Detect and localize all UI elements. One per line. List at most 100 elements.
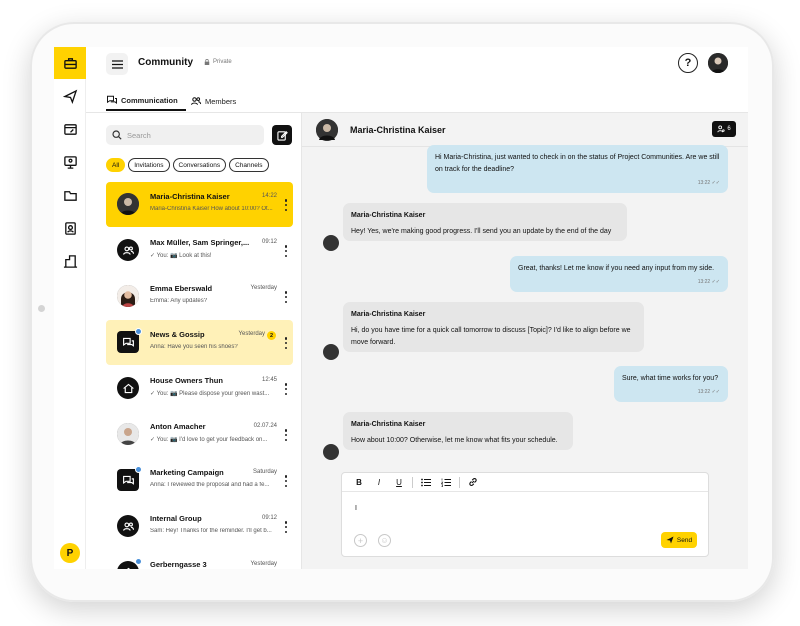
numbered-list-button[interactable] <box>439 475 453 489</box>
lock-icon <box>204 59 210 65</box>
help-button[interactable]: ? <box>678 53 698 73</box>
conversation-time: Yesterday <box>238 331 265 337</box>
tab-members[interactable]: Members <box>190 91 236 111</box>
list-item[interactable]: News & Gossip Yesterday 2 Anna: Have you… <box>106 320 293 365</box>
more-options-icon[interactable] <box>284 199 288 211</box>
list-item[interactable]: Maria-Christina Kaiser 14:22 Maria-Chris… <box>106 182 293 227</box>
chat-avatar[interactable] <box>316 119 338 141</box>
rail-folder[interactable] <box>54 179 86 211</box>
briefcase-icon <box>63 57 77 69</box>
message-incoming[interactable]: Maria-Christina Kaiser How about 10:00? … <box>343 412 573 450</box>
message-outgoing[interactable]: Hi Maria-Christina, just wanted to check… <box>427 145 728 193</box>
conversation-time: 14:22 <box>261 193 277 199</box>
channel-badge <box>135 558 142 565</box>
numbered-list-icon <box>441 478 451 487</box>
list-item[interactable]: Marketing Campaign Saturday Anna: I revi… <box>106 458 293 503</box>
rail-presentation[interactable] <box>54 146 86 178</box>
building-icon <box>63 254 77 268</box>
search-placeholder: Search <box>127 130 151 140</box>
chat-bubbles-icon <box>122 475 134 485</box>
message-incoming[interactable]: Maria-Christina Kaiser Hi, do you have t… <box>343 302 644 352</box>
compose-button[interactable] <box>272 125 292 145</box>
conversation-snippet: Anna: I reviewed the proposal and had a … <box>150 482 270 488</box>
underline-button[interactable]: U <box>392 475 406 489</box>
italic-button[interactable]: I <box>372 475 386 489</box>
more-options-icon[interactable] <box>284 291 288 303</box>
message-meta: 13:22 ✓✓ <box>698 386 720 398</box>
rail-briefcase[interactable] <box>54 47 86 79</box>
emoji-button[interactable]: ☺ <box>378 534 391 547</box>
filter-all[interactable]: All <box>106 158 126 172</box>
message-outgoing[interactable]: Great, thanks! Let me know if you need a… <box>510 256 728 292</box>
smiley-icon: ☺ <box>380 536 389 545</box>
conversation-time: 12:45 <box>261 377 277 383</box>
message-meta: 13:22 ✓✓ <box>698 276 720 288</box>
more-options-icon[interactable] <box>284 475 288 487</box>
send-button[interactable]: Send <box>661 532 697 548</box>
double-check-icon: ✓✓ <box>711 389 720 395</box>
avatar-photo <box>316 119 338 141</box>
link-button[interactable] <box>466 475 480 489</box>
logo-letter: P <box>66 547 74 559</box>
filter-conversations[interactable]: Conversations <box>172 158 227 172</box>
rail-contacts[interactable] <box>54 212 86 244</box>
conversation-time: 02.07.24 <box>253 423 277 429</box>
tablet-camera-dot <box>38 305 45 312</box>
list-item[interactable]: Max Müller, Sam Springer,... 09:12 ✓ You… <box>106 228 293 273</box>
more-options-icon[interactable] <box>284 383 288 395</box>
message-sender: Maria-Christina Kaiser <box>351 212 426 219</box>
filter-invitations[interactable]: Invitations <box>128 158 170 172</box>
presentation-icon <box>63 155 77 169</box>
user-avatar[interactable] <box>708 53 728 73</box>
avatar-photo <box>117 285 139 307</box>
conversation-name: Max Müller, Sam Springer,... <box>150 238 250 247</box>
avatar <box>117 423 139 445</box>
house-icon <box>125 567 131 569</box>
send-icon <box>62 89 77 104</box>
message-meta: 13:22 ✓✓ <box>698 177 720 189</box>
plus-icon: + <box>357 535 364 546</box>
search-icon <box>112 130 122 140</box>
avatar <box>117 193 139 215</box>
double-check-icon: ✓✓ <box>711 180 720 186</box>
tab-communication[interactable]: Communication <box>106 91 186 111</box>
rail-building[interactable] <box>54 245 86 277</box>
bullet-list-button[interactable] <box>419 475 433 489</box>
channel-badge <box>135 466 142 473</box>
add-attachment-button[interactable]: + <box>354 534 367 547</box>
filter-channels[interactable]: Channels <box>229 158 269 172</box>
bold-button[interactable]: B <box>352 475 366 489</box>
list-item[interactable]: Gerberngasse 3 Yesterday <box>106 550 293 569</box>
tab-communication-label: Communication <box>121 95 178 105</box>
more-options-icon[interactable] <box>284 245 288 257</box>
menu-button[interactable] <box>106 53 128 75</box>
sender-avatar <box>323 235 339 251</box>
message-input[interactable]: I <box>355 505 357 512</box>
avatar-photo <box>117 193 139 215</box>
message-outgoing[interactable]: Sure, what time works for you? 13:22 ✓✓ <box>614 366 728 402</box>
message-incoming[interactable]: Maria-Christina Kaiser Hey! Yes, we're m… <box>343 203 627 241</box>
more-options-icon[interactable] <box>284 337 288 349</box>
more-options-icon[interactable] <box>284 429 288 441</box>
conversation-name: Internal Group <box>150 514 202 523</box>
conversation-list-panel: Search All Invitations Conversations Cha… <box>86 113 302 569</box>
rail-board[interactable] <box>54 113 86 145</box>
question-circle-icon: ? <box>684 57 692 69</box>
toolbar-divider <box>412 476 413 488</box>
message-text: How about 10:00? Otherwise, let me know … <box>351 437 558 444</box>
group-avatar <box>117 239 139 261</box>
rail-send[interactable] <box>54 80 86 112</box>
list-item[interactable]: House Owners Thun 12:45 ✓ You: 📷 Please … <box>106 366 293 411</box>
conversation-snippet: ✓ You: 📷 I'd love to get your feedback o… <box>150 437 268 443</box>
message-sender: Maria-Christina Kaiser <box>351 421 426 428</box>
list-item[interactable]: Anton Amacher 02.07.24 ✓ You: 📷 I'd love… <box>106 412 293 457</box>
double-check-icon: ✓✓ <box>711 279 720 285</box>
list-item[interactable]: Emma Eberswald Yesterday Emma: Any updat… <box>106 274 293 319</box>
brand-logo[interactable]: P <box>60 543 80 563</box>
conversation-time: Yesterday <box>250 285 277 291</box>
members-button[interactable]: 6 <box>712 121 736 137</box>
search-input[interactable]: Search <box>106 125 264 145</box>
message-time: 13:22 <box>697 389 711 395</box>
more-options-icon[interactable] <box>284 521 288 533</box>
list-item[interactable]: Internal Group 09:12 Sam: Hey! Thanks fo… <box>106 504 293 549</box>
